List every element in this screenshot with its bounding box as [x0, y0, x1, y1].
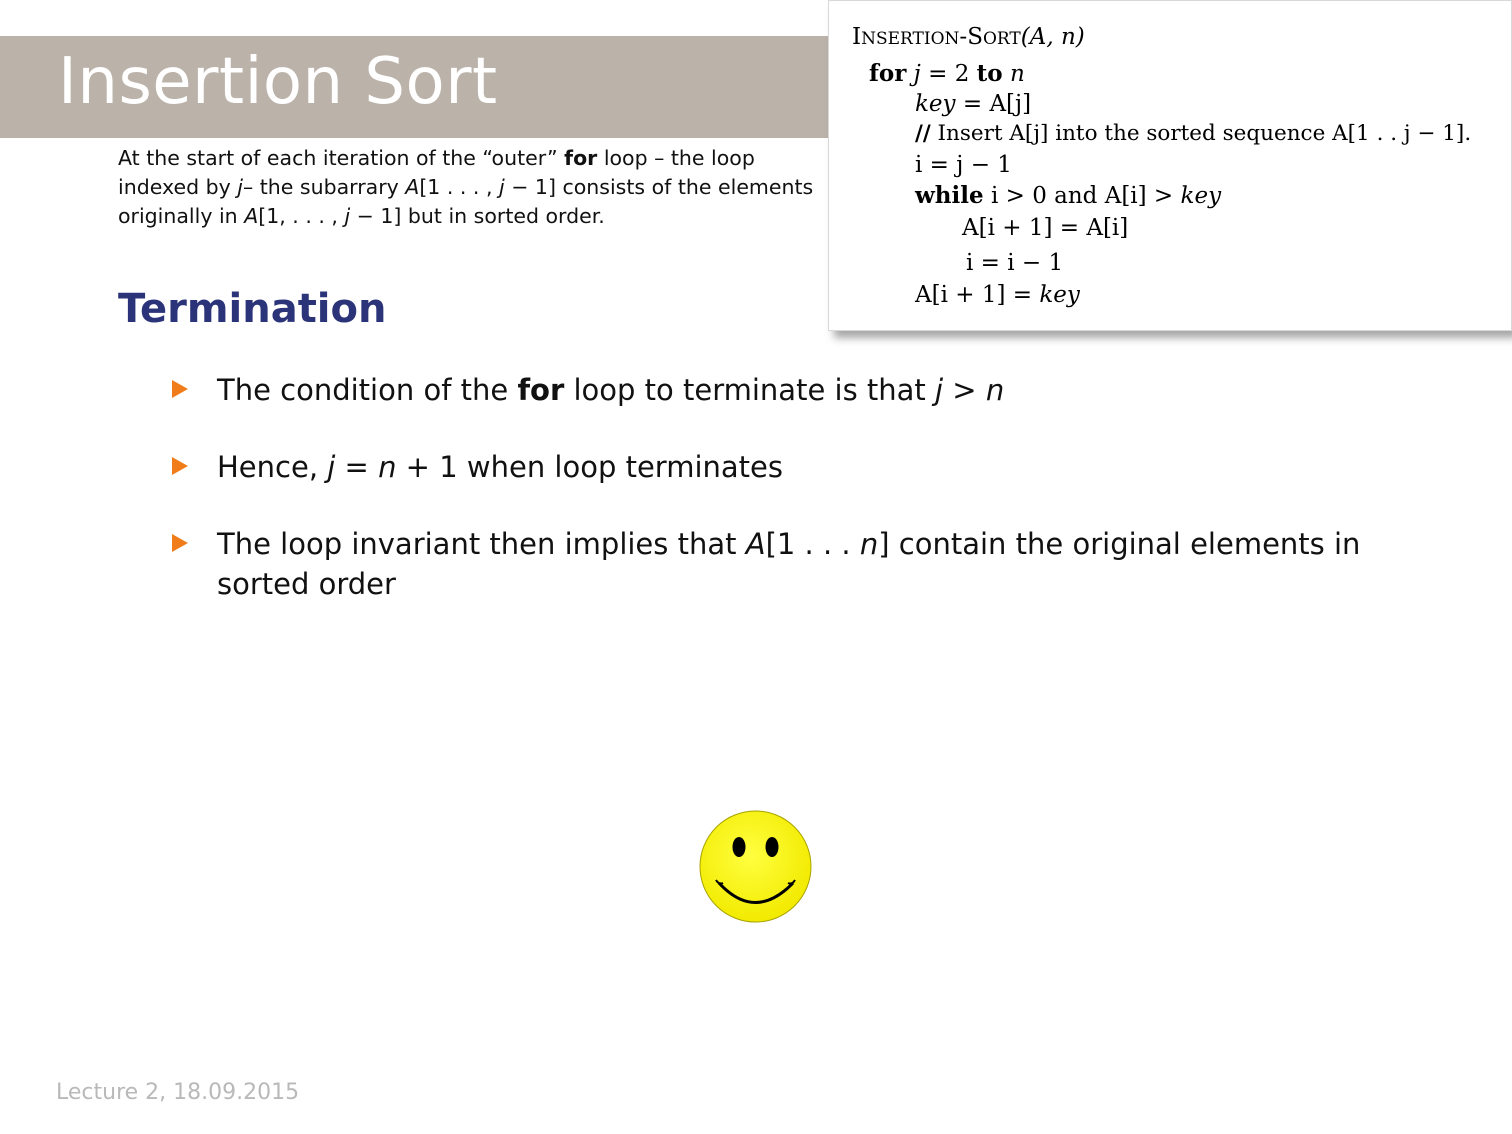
- pseudocode-line-5: while i > 0 and A[i] > key: [915, 182, 1222, 209]
- smiley-face-icon: [699, 810, 812, 923]
- bullet-item: The loop invariant then implies that A[1…: [170, 524, 1400, 604]
- loop-invariant-text: At the start of each iteration of the “o…: [118, 146, 814, 228]
- orange-triangle-bullet-icon: [172, 380, 188, 398]
- pseudocode-line-1: for j = 2 to n: [869, 60, 1025, 87]
- pseudocode-line-7: i = i − 1: [966, 250, 1064, 276]
- footer-lecture-info: Lecture 2, 18.09.2015: [56, 1080, 300, 1105]
- bullet-item: Hence, j = n + 1 when loop terminates: [170, 447, 1400, 487]
- slide-title: Insertion Sort: [58, 45, 498, 119]
- pseudocode-line-3: // Insert A[j] into the sorted sequence …: [915, 121, 1472, 146]
- orange-triangle-bullet-icon: [172, 457, 188, 475]
- section-heading: Termination: [118, 286, 387, 332]
- pseudocode-line-4: i = j − 1: [915, 152, 1012, 178]
- bullet-item: The condition of the for loop to termina…: [170, 370, 1400, 410]
- pseudocode-line-6: A[i + 1] = A[i]: [962, 215, 1129, 241]
- orange-triangle-bullet-icon: [172, 534, 188, 552]
- pseudocode-box: INSERTION-SORT(A, n) for j = 2 to n key …: [828, 0, 1512, 331]
- bullet-list: The condition of the for loop to termina…: [170, 370, 1400, 641]
- pseudocode-line-8: A[i + 1] = key: [915, 282, 1080, 308]
- pseudocode-header: INSERTION-SORT(A, n): [852, 24, 1085, 50]
- pseudocode-line-2: key = A[j]: [915, 91, 1032, 117]
